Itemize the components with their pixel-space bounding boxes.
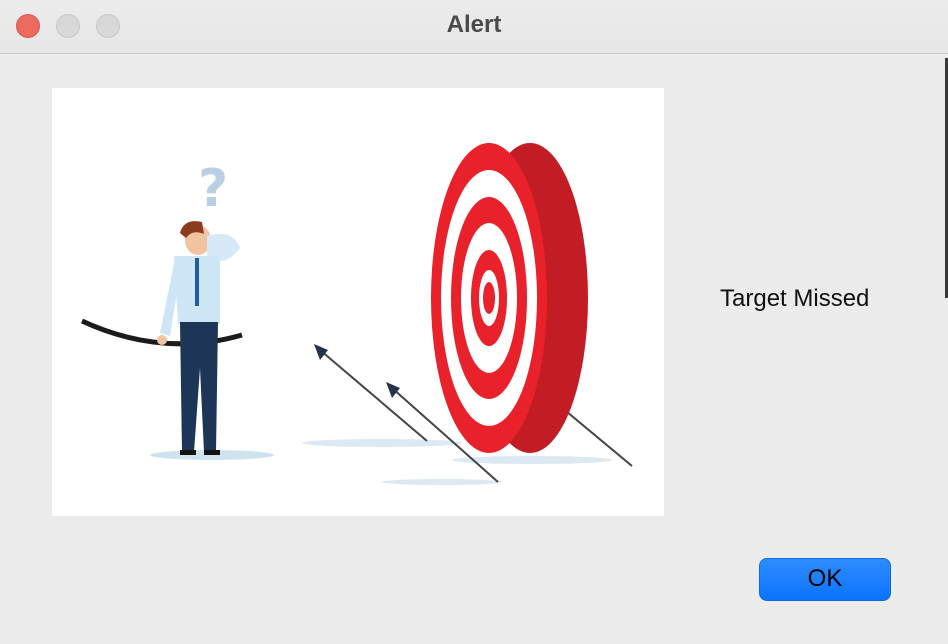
ok-button[interactable]: OK	[759, 558, 891, 601]
alert-window: Alert ? Target Missed OK	[0, 0, 948, 644]
archer-missed-target-image: ?	[80, 143, 633, 485]
window-title: Alert	[446, 11, 502, 38]
svg-text:?: ?	[198, 159, 228, 219]
alert-illustration: ?	[52, 88, 664, 516]
alert-message: Target Missed	[720, 285, 870, 312]
title-bar: Alert	[0, 0, 948, 54]
